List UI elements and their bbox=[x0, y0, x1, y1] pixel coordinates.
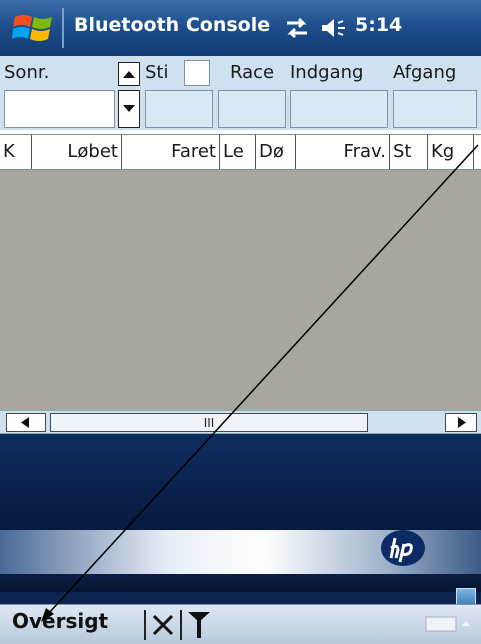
indgang-label: Indgang bbox=[290, 62, 364, 83]
sti-input[interactable] bbox=[145, 90, 213, 128]
afgang-label: Afgang bbox=[393, 62, 457, 83]
scroll-thumb[interactable]: III bbox=[50, 413, 368, 432]
scroll-right-button[interactable] bbox=[445, 413, 477, 432]
sonr-label: Sonr. bbox=[4, 62, 50, 83]
oversigt-softkey[interactable]: Oversigt bbox=[12, 609, 108, 633]
column-header-do[interactable]: Dø bbox=[256, 135, 296, 169]
spin-down-button[interactable] bbox=[118, 90, 140, 128]
softkey-separator bbox=[144, 610, 146, 640]
column-header-frav[interactable]: Frav. bbox=[296, 135, 390, 169]
arrow-right-icon bbox=[458, 417, 466, 428]
column-header-le[interactable]: Le bbox=[220, 135, 256, 169]
data-grid-body[interactable] bbox=[0, 170, 481, 410]
horizontal-scrollbar[interactable]: III bbox=[0, 410, 481, 434]
title-separator bbox=[62, 8, 64, 48]
sti-checkbox[interactable] bbox=[184, 60, 210, 86]
chevron-down-icon bbox=[123, 105, 135, 112]
app-title: Bluetooth Console bbox=[74, 14, 271, 36]
column-header-k[interactable]: K bbox=[0, 135, 32, 169]
spin-up-button[interactable] bbox=[118, 62, 140, 86]
column-header-lobet[interactable]: Løbet bbox=[32, 135, 122, 169]
clock: 5:14 bbox=[355, 14, 403, 36]
arrow-left-icon bbox=[21, 417, 29, 428]
wallpaper-band bbox=[0, 574, 481, 592]
race-label: Race bbox=[230, 62, 275, 83]
column-header-st[interactable]: St bbox=[390, 135, 428, 169]
grid-header: K Løbet Faret Le Dø Frav. St Kg bbox=[0, 134, 481, 170]
indgang-input[interactable] bbox=[290, 90, 388, 128]
delete-icon[interactable] bbox=[150, 612, 176, 638]
softkey-separator bbox=[180, 610, 182, 640]
sort-icon[interactable] bbox=[186, 608, 212, 640]
hp-logo bbox=[381, 530, 425, 566]
scroll-left-button[interactable] bbox=[6, 413, 46, 432]
connectivity-icon[interactable] bbox=[283, 16, 311, 40]
keyboard-icon[interactable] bbox=[424, 614, 472, 634]
afgang-input[interactable] bbox=[393, 90, 477, 128]
column-header-faret[interactable]: Faret bbox=[122, 135, 220, 169]
race-input[interactable] bbox=[218, 90, 286, 128]
chevron-up-icon bbox=[123, 71, 135, 78]
sti-label: Sti bbox=[145, 62, 169, 83]
windows-start-icon[interactable] bbox=[12, 10, 56, 46]
volume-icon[interactable] bbox=[320, 16, 350, 40]
sonr-input[interactable] bbox=[4, 90, 115, 128]
column-header-kg[interactable]: Kg bbox=[428, 135, 474, 169]
